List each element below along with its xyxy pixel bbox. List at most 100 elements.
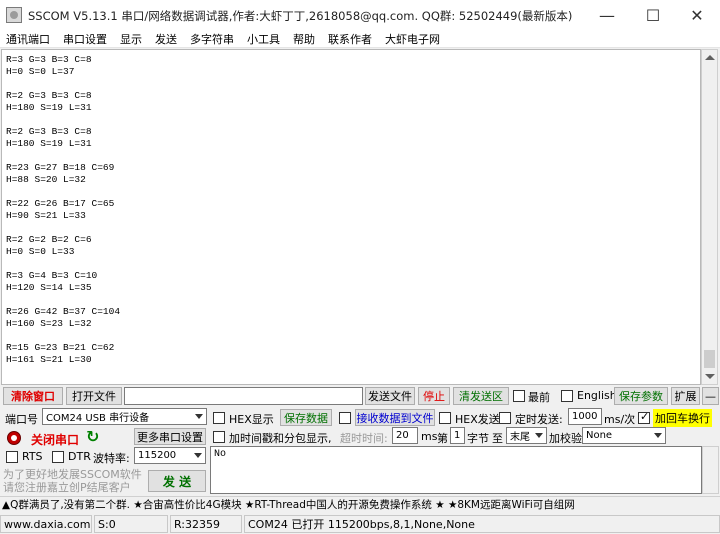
minimize-button[interactable]: — <box>584 0 630 30</box>
receive-line: R=2 G=3 B=3 C=8 <box>6 90 92 101</box>
menu-contact-author[interactable]: 联系作者 <box>328 31 372 47</box>
recv-to-file-checkbox[interactable] <box>339 412 351 424</box>
receive-line: H=90 S=21 L=33 <box>6 210 86 221</box>
save-params-button[interactable]: 保存参数 <box>614 387 668 405</box>
menu-daxia-website[interactable]: 大虾电子网 <box>385 31 440 47</box>
receive-line: R=15 G=23 B=21 C=62 <box>6 342 115 353</box>
save-params-label: 保存参数 <box>619 390 663 403</box>
checksum-label: 加校验 <box>549 432 582 445</box>
send-textarea[interactable]: No <box>210 446 702 494</box>
port-select[interactable]: COM24 USB 串行设备 <box>42 408 207 425</box>
send-button[interactable]: 发 送 <box>148 470 206 492</box>
chevron-down-icon <box>195 414 203 419</box>
menu-help[interactable]: 帮助 <box>293 31 315 47</box>
send-label: 发 送 <box>162 474 192 489</box>
expand-button[interactable]: 扩展 <box>671 387 700 405</box>
send-scrollbar[interactable] <box>702 446 719 494</box>
receive-line: H=120 S=14 L=35 <box>6 282 92 293</box>
stop-button[interactable]: 停止 <box>418 387 450 405</box>
news-ticker[interactable]: ▲Q群满员了,没有第二个群. ★合宙高性价比4G模块 ★RT-Thread中国人… <box>0 496 720 512</box>
tail-select[interactable]: 末尾 <box>506 427 547 444</box>
clear-send-button[interactable]: 清发送区 <box>453 387 509 405</box>
scroll-up-icon[interactable] <box>705 55 715 60</box>
collapse-button[interactable]: — <box>702 387 719 405</box>
baud-label: 波特率: <box>93 452 130 465</box>
promo-text[interactable]: 为了更好地发展SSCOM软件 请您注册嘉立创P结尾客户 <box>3 468 142 494</box>
receive-line <box>6 330 700 342</box>
menu-comm-port[interactable]: 通讯端口 <box>6 31 50 47</box>
baud-value: 115200 <box>138 450 177 461</box>
stop-label: 停止 <box>423 390 445 403</box>
receive-line: H=88 S=20 L=32 <box>6 174 86 185</box>
close-port-button[interactable]: 关闭串口 <box>31 431 79 448</box>
dtr-label: DTR <box>68 450 91 463</box>
rts-checkbox[interactable] <box>6 451 18 463</box>
menu-bar: 通讯端口 串口设置 显示 发送 多字符串 小工具 帮助 联系作者 大虾电子网 <box>0 30 720 48</box>
timed-send-checkbox[interactable] <box>499 412 511 424</box>
receive-line: R=2 G=3 B=3 C=8 <box>6 126 92 137</box>
receive-line <box>6 114 700 126</box>
baud-select[interactable]: 115200 <box>134 447 206 464</box>
hex-send-checkbox[interactable] <box>439 412 451 424</box>
chevron-down-icon <box>194 453 202 458</box>
receive-scrollbar[interactable] <box>701 49 718 385</box>
timeout-input[interactable]: 20 <box>392 427 418 444</box>
file-path-input[interactable] <box>124 387 363 405</box>
recv-to-file-label: 接收数据到文件 <box>356 411 434 425</box>
to-label: 至 <box>492 432 503 445</box>
byte-prefix: 第 <box>437 432 448 445</box>
clear-window-button[interactable]: 清除窗口 <box>3 387 63 405</box>
more-settings-button[interactable]: 更多串口设置 <box>134 428 206 445</box>
refresh-icon[interactable]: ↻ <box>86 428 104 446</box>
receive-line <box>6 222 700 234</box>
timed-interval-input[interactable]: 1000 <box>568 408 602 425</box>
port-value: COM24 USB 串行设备 <box>46 413 150 424</box>
receive-line: H=0 S=0 L=37 <box>6 66 75 77</box>
save-data-button[interactable]: 保存数据 <box>280 409 332 426</box>
receive-line <box>6 186 700 198</box>
receive-line: H=180 S=19 L=31 <box>6 138 92 149</box>
status-port-info: COM24 已打开 115200bps,8,1,None,None <box>244 515 720 533</box>
receive-line <box>6 294 700 306</box>
scroll-thumb[interactable] <box>704 350 715 368</box>
receive-line: R=3 G=4 B=3 C=10 <box>6 270 98 281</box>
dtr-checkbox[interactable] <box>52 451 64 463</box>
clear-send-label: 清发送区 <box>459 390 503 403</box>
hex-display-checkbox[interactable] <box>213 412 225 424</box>
menu-send[interactable]: 发送 <box>155 31 177 47</box>
menu-multi-string[interactable]: 多字符串 <box>190 31 234 47</box>
topmost-checkbox[interactable] <box>513 390 525 402</box>
timestamp-label: 加时间戳和分包显示, <box>229 432 332 445</box>
english-checkbox[interactable] <box>561 390 573 402</box>
rts-label: RTS <box>22 450 43 463</box>
menu-tools[interactable]: 小工具 <box>247 31 280 47</box>
timeout-label: 超时时间: <box>340 432 388 445</box>
chevron-down-icon <box>654 433 662 438</box>
receive-line <box>6 258 700 270</box>
timestamp-checkbox[interactable] <box>213 431 225 443</box>
open-file-button[interactable]: 打开文件 <box>66 387 122 405</box>
receive-line: R=23 G=27 B=18 C=69 <box>6 162 115 173</box>
recv-to-file-button[interactable]: 接收数据到文件 <box>355 409 435 426</box>
menu-port-settings[interactable]: 串口设置 <box>63 31 107 47</box>
topmost-label: 最前 <box>528 391 550 404</box>
byte-index-input[interactable]: 1 <box>450 427 465 444</box>
scroll-down-icon[interactable] <box>705 374 715 379</box>
receive-line: H=0 S=0 L=33 <box>6 246 75 257</box>
receive-line: R=26 G=42 B=37 C=104 <box>6 306 121 317</box>
status-website[interactable]: www.daxia.com <box>0 515 92 533</box>
append-crlf-checkbox[interactable] <box>638 410 650 424</box>
receive-line <box>6 150 700 162</box>
close-button[interactable]: ✕ <box>674 0 720 30</box>
port-label: 端口号 <box>5 413 38 426</box>
chevron-down-icon <box>535 433 543 438</box>
port-status-dot-icon <box>11 435 17 441</box>
send-file-button[interactable]: 发送文件 <box>365 387 415 405</box>
status-received: R:32359 <box>170 515 242 533</box>
clear-window-label: 清除窗口 <box>11 390 55 403</box>
maximize-button[interactable]: ☐ <box>630 0 676 30</box>
checksum-select[interactable]: None <box>582 427 666 444</box>
receive-area[interactable]: R=3 G=3 B=3 C=8 H=0 S=0 L=37 R=2 G=3 B=3 C… <box>1 49 701 385</box>
menu-display[interactable]: 显示 <box>120 31 142 47</box>
timed-send-label: 定时发送: <box>515 413 563 426</box>
